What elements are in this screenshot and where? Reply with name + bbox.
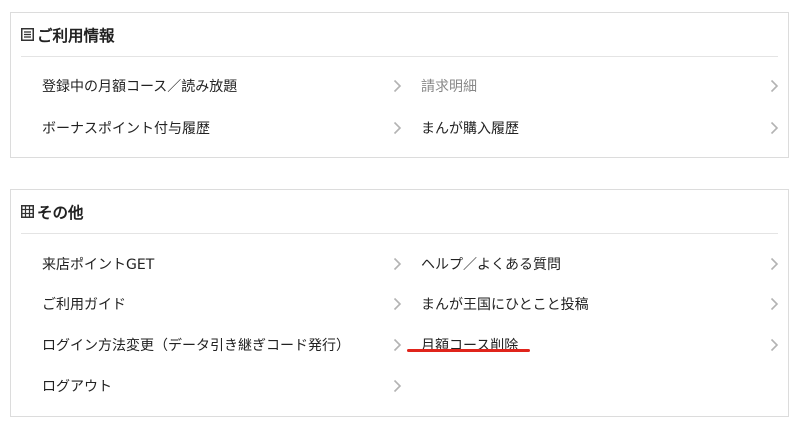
other-title: その他: [37, 203, 84, 222]
other-header: その他: [21, 190, 778, 234]
menu-item-label: ヘルプ／よくある質問: [421, 257, 561, 273]
menu-item-label: ボーナスポイント付与履歴: [42, 121, 210, 137]
chevron-right-icon: [393, 338, 402, 352]
chevron-right-icon: [393, 257, 402, 271]
menu-item-label: ログアウト: [42, 379, 112, 395]
chevron-right-icon: [770, 257, 779, 271]
menu-item-post-comment[interactable]: まんが王国にひとこと投稿: [421, 292, 779, 316]
menu-item-label: ログイン方法変更（データ引き継ぎコード発行）: [42, 338, 350, 354]
chevron-right-icon: [770, 297, 779, 311]
chevron-right-icon: [393, 297, 402, 311]
chevron-right-icon: [393, 79, 402, 93]
menu-item-label: 請求明細: [421, 79, 477, 95]
usage-info-title: ご利用情報: [37, 26, 115, 45]
grid-icon: [21, 205, 34, 218]
menu-item-store-visit-points[interactable]: 来店ポイントGET: [42, 252, 402, 276]
chevron-right-icon: [770, 121, 779, 135]
usage-info-panel: ご利用情報 登録中の月額コース／読み放題 請求明細 ボーナスポイント付与履歴 ま…: [10, 12, 789, 158]
menu-item-label: 来店ポイントGET: [42, 257, 155, 273]
menu-item-help-faq[interactable]: ヘルプ／よくある質問: [421, 252, 779, 276]
menu-item-delete-monthly-course[interactable]: 月額コース削除: [421, 333, 779, 357]
menu-item-label: 月額コース削除: [421, 338, 519, 354]
list-icon: [21, 28, 34, 41]
menu-item-label: ご利用ガイド: [42, 297, 126, 313]
menu-item-purchase-history[interactable]: まんが購入履歴: [421, 116, 779, 140]
chevron-right-icon: [393, 121, 402, 135]
chevron-right-icon: [770, 79, 779, 93]
usage-info-header: ご利用情報: [21, 13, 778, 57]
menu-item-label: まんが王国にひとこと投稿: [421, 297, 589, 313]
menu-item-bonus-point-history[interactable]: ボーナスポイント付与履歴: [42, 116, 402, 140]
menu-item-user-guide[interactable]: ご利用ガイド: [42, 292, 402, 316]
menu-item-change-login-method[interactable]: ログイン方法変更（データ引き継ぎコード発行）: [42, 333, 402, 357]
menu-item-label: 登録中の月額コース／読み放題: [42, 79, 238, 95]
chevron-right-icon: [770, 338, 779, 352]
red-underline-annotation: [407, 349, 530, 352]
menu-item-billing-statement[interactable]: 請求明細: [421, 74, 779, 98]
other-panel: その他 来店ポイントGET ヘルプ／よくある質問 ご利用ガイド まんが王国にひと…: [10, 189, 789, 417]
menu-item-logout[interactable]: ログアウト: [42, 374, 402, 398]
chevron-right-icon: [393, 379, 402, 393]
menu-item-label: まんが購入履歴: [421, 121, 519, 137]
menu-item-monthly-course[interactable]: 登録中の月額コース／読み放題: [42, 74, 402, 98]
